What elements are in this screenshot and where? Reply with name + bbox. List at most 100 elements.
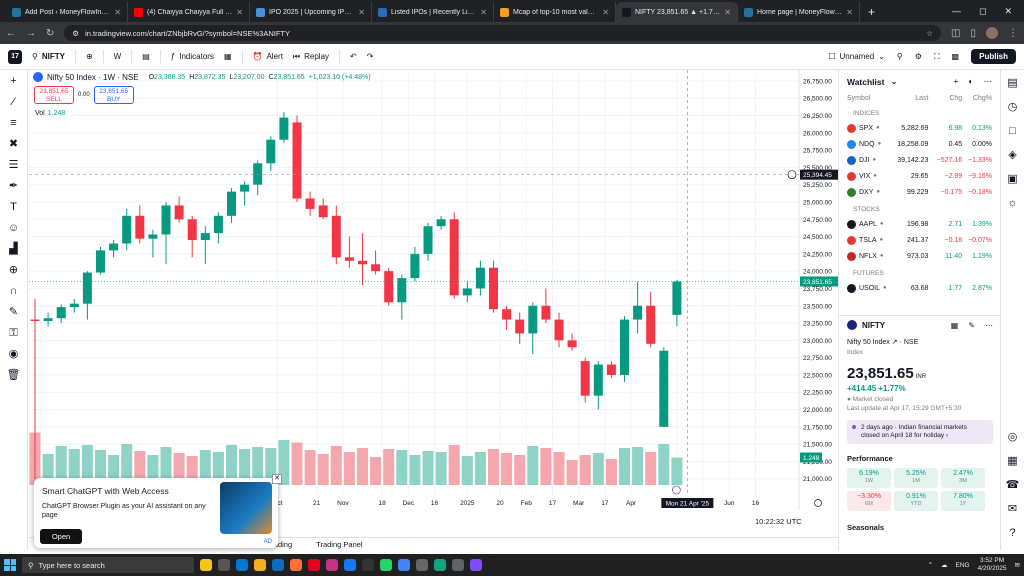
browser-tab[interactable]: Mcap of top-10 most valued fir...✕ [494, 2, 616, 22]
watchlist-row[interactable]: SPX ● 5,282.69 6.98 0.13% [839, 120, 1000, 136]
ad-open-button[interactable]: Open [40, 529, 82, 544]
chat-icon[interactable]: □ [1006, 124, 1020, 138]
external-link-icon[interactable]: ↗ [892, 339, 898, 346]
chatgpt-icon[interactable] [434, 559, 446, 571]
quick-search-icon[interactable]: ⚲ [897, 52, 903, 61]
browser-tab[interactable]: NIFTY 23,851.65 ▲ +1.77% Un... ✕ [616, 2, 738, 22]
taskbar-clock[interactable]: 3:52 PM 4/20/2025 [978, 557, 1007, 573]
ad-close-icon[interactable]: ✕ [272, 474, 282, 484]
tab-close-icon[interactable]: ✕ [724, 8, 731, 17]
edge-icon[interactable] [236, 559, 248, 571]
watchlist-row[interactable]: USOIL ● 63.68 1.77 2.87% [839, 280, 1000, 296]
taskbar-search[interactable]: ⚲ Type here to search [22, 557, 194, 573]
reload-icon[interactable]: ↻ [46, 28, 54, 39]
browser-tab[interactable]: IPO 2025 | Upcoming IPO | IPO... ✕ [250, 2, 372, 22]
watchlist-row[interactable]: DJI ● 39,142.23 −527.16 −1.33% [839, 152, 1000, 168]
help-icon[interactable]: ? [1006, 526, 1020, 540]
col-chg-pct[interactable]: Chg% [962, 95, 992, 102]
symbol-search-button[interactable]: ⚲ NIFTY [32, 52, 65, 61]
tab-close-icon[interactable]: ✕ [236, 8, 243, 17]
tradingview-logo-icon[interactable]: 17 [8, 49, 22, 64]
notifications-icon[interactable]: ✉ [1015, 561, 1020, 569]
layout-icon[interactable]: ◐ [968, 76, 973, 87]
chevron-down-icon[interactable]: ⌄ [890, 76, 897, 87]
watchlist-section-header[interactable]: FUTURES [839, 264, 1000, 280]
watchlist-row[interactable]: TSLA ● 241.37 −0.18 −0.07% [839, 232, 1000, 248]
tab-close-icon[interactable]: ✕ [846, 8, 853, 17]
alert-button[interactable]: ⏰ Alert [253, 52, 283, 61]
app-icon[interactable] [452, 559, 464, 571]
watchlist-icon[interactable]: ▤ [1006, 76, 1020, 90]
layouts-icon[interactable]: ▦ [224, 52, 232, 61]
pattern-icon[interactable]: ✖ [7, 137, 21, 151]
performance-cell[interactable]: 0.91% YTD [894, 491, 938, 511]
browser-tab[interactable]: Listed IPOs | Recently Listed IPO... ✕ [372, 2, 494, 22]
forward-icon[interactable]: → [26, 28, 36, 39]
zoom-in-icon[interactable]: ⊕ [7, 263, 21, 277]
settings-icon[interactable] [416, 559, 428, 571]
back-icon[interactable]: ← [6, 28, 16, 39]
performance-cell[interactable]: 2.47% 3M [941, 468, 985, 488]
camera-icon[interactable]: ▩ [952, 52, 960, 61]
chevron-up-icon[interactable]: ⌃ [928, 561, 933, 569]
extensions-icon[interactable]: ◫ [951, 28, 960, 39]
chart-type-icon[interactable]: ▤ [142, 52, 150, 61]
trash-icon[interactable]: 🗑 [7, 368, 21, 382]
brush-icon[interactable]: ✒ [7, 179, 21, 193]
ad-image[interactable] [220, 482, 272, 534]
chart-area[interactable]: 21,000.0021,250.0021,500.0021,750.0022,0… [29, 70, 838, 530]
app-icon[interactable] [470, 559, 482, 571]
watchlist-section-header[interactable]: INDICES [839, 104, 1000, 120]
tab-close-icon[interactable]: ✕ [358, 8, 365, 17]
calendar-grid-icon[interactable]: ▦ [1006, 454, 1020, 468]
seasonals-title[interactable]: Seasonals [847, 523, 993, 532]
ideas-icon[interactable]: ☼ [1006, 196, 1020, 210]
url-input[interactable]: ⚙ in.tradingview.com/chart/ZNbjbRvG/?sym… [64, 25, 942, 41]
more-icon[interactable]: ⋯ [985, 321, 993, 330]
fullscreen-icon[interactable]: ⛶ [934, 52, 940, 62]
magnet-icon[interactable]: ∩ [7, 284, 21, 298]
browser-tab[interactable]: (4) Chaiyya Chaiyya Full Lyric...✕ [128, 2, 250, 22]
network-icon[interactable]: ☁ [941, 561, 948, 569]
chat-bubble-icon[interactable]: ✉ [1006, 502, 1020, 516]
sidebar-icon[interactable]: ▯ [970, 28, 976, 39]
settings-gear-icon[interactable]: ⚙ [915, 52, 922, 61]
profile-avatar[interactable] [986, 27, 998, 39]
new-tab-button[interactable]: + [868, 5, 875, 19]
copilot-icon[interactable] [200, 559, 212, 571]
instagram-icon[interactable] [326, 559, 338, 571]
col-chg[interactable]: Chg [928, 95, 962, 102]
performance-cell[interactable]: 5.25% 1M [894, 468, 938, 488]
watchlist-row[interactable]: VIX ● 29.65 −2.99 −9.16% [839, 168, 1000, 184]
watchlist-row[interactable]: AAPL ● 196.98 2.71 1.39% [839, 216, 1000, 232]
col-last[interactable]: Last [891, 95, 928, 102]
facebook-icon[interactable] [344, 559, 356, 571]
windows-start-icon[interactable] [4, 559, 16, 571]
fib-retracement-icon[interactable]: ≡ [7, 116, 21, 130]
tab-close-icon[interactable]: ✕ [602, 8, 609, 17]
chrome-icon[interactable] [398, 559, 410, 571]
alerts-clock-icon[interactable]: ◷ [1006, 100, 1020, 114]
crosshair-icon[interactable]: + [7, 74, 21, 88]
lock-icon[interactable]: ⚿ [7, 326, 21, 340]
publish-button[interactable]: Publish [971, 49, 1016, 64]
add-symbol-icon[interactable]: + [953, 76, 958, 87]
watchlist-row[interactable]: DXY ● 99.229 −0.175 −0.18% [839, 184, 1000, 200]
col-symbol[interactable]: Symbol [847, 95, 891, 102]
grid-icon[interactable]: ▦ [951, 321, 959, 330]
browser-tab[interactable]: Home page | MoneyFlowInsight... ✕ [738, 2, 860, 22]
interval-button[interactable]: W [114, 52, 122, 61]
firefox-icon[interactable] [290, 559, 302, 571]
outlook-icon[interactable] [272, 559, 284, 571]
indicators-button[interactable]: ƒ Indicators [171, 52, 214, 61]
emoji-icon[interactable]: ☺ [7, 221, 21, 235]
maximize-icon[interactable]: ◻ [979, 6, 986, 17]
whatsapp-icon[interactable] [380, 559, 392, 571]
utc-clock[interactable]: 10:22:32 UTC [755, 517, 802, 526]
tab-close-icon[interactable]: ✕ [480, 8, 487, 17]
browser-tab[interactable]: Add Post ‹ MoneyFlowInsight —✕ [6, 2, 128, 22]
performance-cell[interactable]: −3.30% 6M [847, 491, 891, 511]
bottom-tab-trading-panel[interactable]: Trading Panel [316, 540, 362, 549]
eye-icon[interactable]: ◉ [7, 347, 21, 361]
bell-icon[interactable]: ☎ [1006, 478, 1020, 492]
